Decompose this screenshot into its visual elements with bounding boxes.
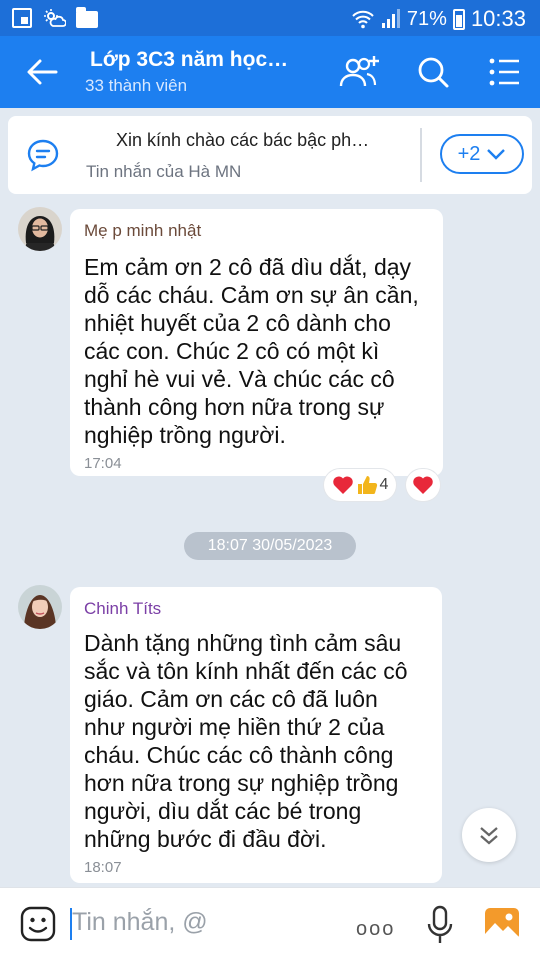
message-text: Em cảm ơn 2 cô đã dìu dắt, dạy dỗ các ch… [84,254,419,448]
avatar-photo-icon [18,585,62,629]
reaction-count: 4 [379,476,389,493]
double-chevron-down-icon [480,827,498,845]
back-arrow-icon[interactable] [24,56,60,88]
message-text: Dành tặng những tình cảm sâu sắc và tôn … [84,630,408,852]
pinned-text: Xin kính chào các bác bậc ph… [116,130,370,150]
app-notification-icon [12,8,32,28]
thumbs-up-icon [357,476,377,494]
notification-icons [12,6,98,28]
avatar[interactable] [18,207,62,251]
more-options-button[interactable]: ooo [356,918,395,941]
more-pinned-count: +2 [457,142,481,165]
react-button[interactable] [406,469,440,501]
message-input-bar: Tin nhắn, @ ooo [0,887,540,960]
clock: 10:33 [470,6,526,31]
chevron-down-icon [487,149,506,160]
scroll-down-button[interactable] [462,808,516,862]
pinned-from: Tin nhắn của Hà MN [86,162,242,181]
group-title[interactable]: Lớp 3C3 năm học… [90,48,288,72]
sender-name: Mẹ p minh nhật [84,221,202,240]
heart-icon [413,476,433,494]
message-bubble[interactable]: Chinh Títs Dành tặng những tình cảm sâu … [70,587,442,883]
wifi-icon [352,10,374,29]
status-bar: 71% 10:33 [0,0,540,36]
divider [420,128,422,182]
date-separator: 18:07 30/05/2023 [184,532,356,560]
reaction-summary[interactable]: 4 [324,469,396,501]
microphone-icon[interactable] [426,905,454,945]
battery-icon [452,8,465,30]
emoji-icon[interactable] [20,906,56,942]
chat-bubble-icon [27,139,59,172]
battery-percent: 71% [406,7,447,30]
member-count[interactable]: 33 thành viên [85,76,187,96]
app-header: Lớp 3C3 năm học… 33 thành viên [0,36,540,108]
folder-icon [76,6,98,28]
message-time: 17:04 [84,455,122,472]
sender-name: Chinh Títs [84,599,162,618]
menu-icon[interactable] [484,54,528,90]
avatar-photo-icon [18,207,62,251]
message-time: 18:07 [84,859,122,876]
pinned-message[interactable]: Xin kính chào các bác bậc ph… Tin nhắn c… [8,116,532,194]
message-bubble[interactable]: Mẹ p minh nhật Em cảm ơn 2 cô đã dìu dắt… [70,209,443,476]
add-member-icon[interactable] [336,54,380,90]
heart-icon [332,476,353,494]
avatar[interactable] [18,585,62,629]
search-icon[interactable] [412,54,456,90]
weather-icon [44,9,66,27]
more-pinned-button[interactable]: +2 [440,134,524,174]
message-input[interactable]: Tin nhắn, @ [72,908,208,937]
signal-icon [381,9,400,28]
image-icon[interactable] [484,907,520,941]
